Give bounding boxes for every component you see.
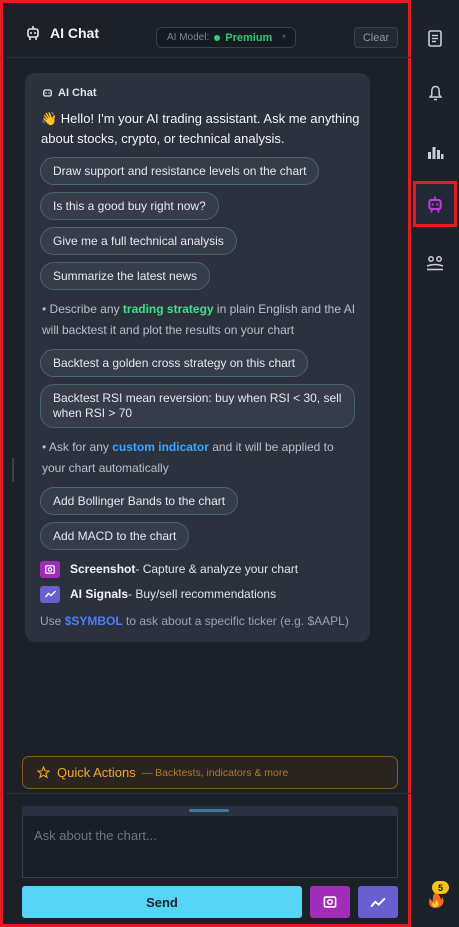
ai-model-selector[interactable]: AI Model: Premium ▾ (156, 27, 296, 48)
right-sidebar (411, 0, 459, 927)
quick-actions-title: Quick Actions (57, 765, 136, 780)
panel-title: AI Chat (50, 25, 99, 41)
star-icon (37, 766, 50, 779)
note-highlight: custom indicator (112, 440, 209, 454)
feature-ai-signals: AI Signals - Buy/sell recommendations (40, 584, 276, 604)
camera-icon (40, 560, 60, 578)
sender-name: AI Chat (58, 87, 97, 99)
clear-button[interactable]: Clear (354, 27, 398, 48)
streak-badge: 5 (432, 881, 449, 894)
suggestion-chip[interactable]: Add MACD to the chart (40, 522, 190, 550)
symbol-hint: Use $SYMBOL to ask about a specific tick… (40, 614, 349, 628)
feature-screenshot: Screenshot - Capture & analyze your char… (40, 559, 298, 579)
feature-name: AI Signals (70, 587, 129, 601)
assistant-message: AI Chat 👋 Hello! I'm your AI trading ass… (25, 73, 370, 642)
camera-icon (323, 896, 337, 908)
quick-actions-subtitle: — Backtests, indicators & more (141, 766, 289, 779)
composer-resize-bar[interactable] (22, 806, 398, 816)
divider (6, 793, 411, 794)
model-label: AI Model: (167, 32, 210, 43)
strategy-note: • Describe any trading strategy in plain… (42, 299, 360, 341)
note-highlight: trading strategy (122, 302, 214, 316)
feature-desc: - Buy/sell recommendations (128, 587, 277, 601)
model-value: Premium (225, 31, 273, 44)
robot-icon (428, 196, 442, 212)
screenshot-button[interactable] (310, 886, 350, 918)
suggestion-chip[interactable]: Is this a good buy right now? (40, 192, 219, 220)
suggestion-chip[interactable]: Backtest RSI mean reversion: buy when RS… (40, 384, 355, 428)
suggestion-chip[interactable]: Backtest a golden cross strategy on this… (40, 349, 309, 377)
suggestion-chip[interactable]: Draw support and resistance levels on th… (40, 157, 320, 185)
robot-icon (27, 26, 39, 40)
trend-icon (40, 585, 60, 603)
message-sender: AI Chat (42, 87, 97, 99)
bell-icon[interactable] (422, 80, 448, 106)
suggestion-chip[interactable]: Give me a full technical analysis (40, 227, 237, 255)
status-dot-icon (214, 34, 221, 41)
hint-text: Use (40, 614, 65, 628)
hint-symbol: $SYMBOL (64, 614, 123, 628)
greeting-text: 👋 Hello! I'm your AI trading assistant. … (41, 111, 360, 146)
ai-chat-panel: AI Chat AI Model: Premium ▾ Clear AI Cha… (0, 0, 411, 927)
chevron-down-icon: ▾ (281, 32, 286, 41)
hint-text: to ask about a specific ticker (e.g. $AA… (122, 614, 349, 628)
ai-signals-button[interactable] (358, 886, 398, 918)
robot-icon (43, 89, 52, 97)
send-button[interactable]: Send (22, 886, 302, 918)
sidebar-item-ai-chat[interactable] (413, 181, 457, 227)
drag-handle-icon[interactable] (189, 809, 229, 812)
users-icon[interactable] (422, 250, 448, 276)
resize-handle[interactable] (12, 458, 14, 482)
feature-desc: - Capture & analyze your chart (135, 562, 299, 576)
indicator-note: • Ask for any custom indicator and it wi… (42, 437, 360, 479)
bar-chart-icon[interactable] (422, 138, 448, 164)
trend-icon (370, 897, 386, 907)
document-icon[interactable] (422, 25, 448, 51)
quick-actions-button[interactable]: Quick Actions — Backtests, indicators & … (22, 756, 398, 789)
suggestion-chip[interactable]: Summarize the latest news (40, 262, 211, 290)
chat-header: AI Chat AI Model: Premium ▾ Clear (6, 6, 411, 58)
feature-name: Screenshot (70, 562, 136, 576)
suggestion-chip[interactable]: Add Bollinger Bands to the chart (40, 487, 239, 515)
chat-input[interactable]: Ask about the chart... (22, 816, 398, 878)
note-text: • Ask for any (42, 440, 113, 454)
note-text: • Describe any (42, 302, 123, 316)
